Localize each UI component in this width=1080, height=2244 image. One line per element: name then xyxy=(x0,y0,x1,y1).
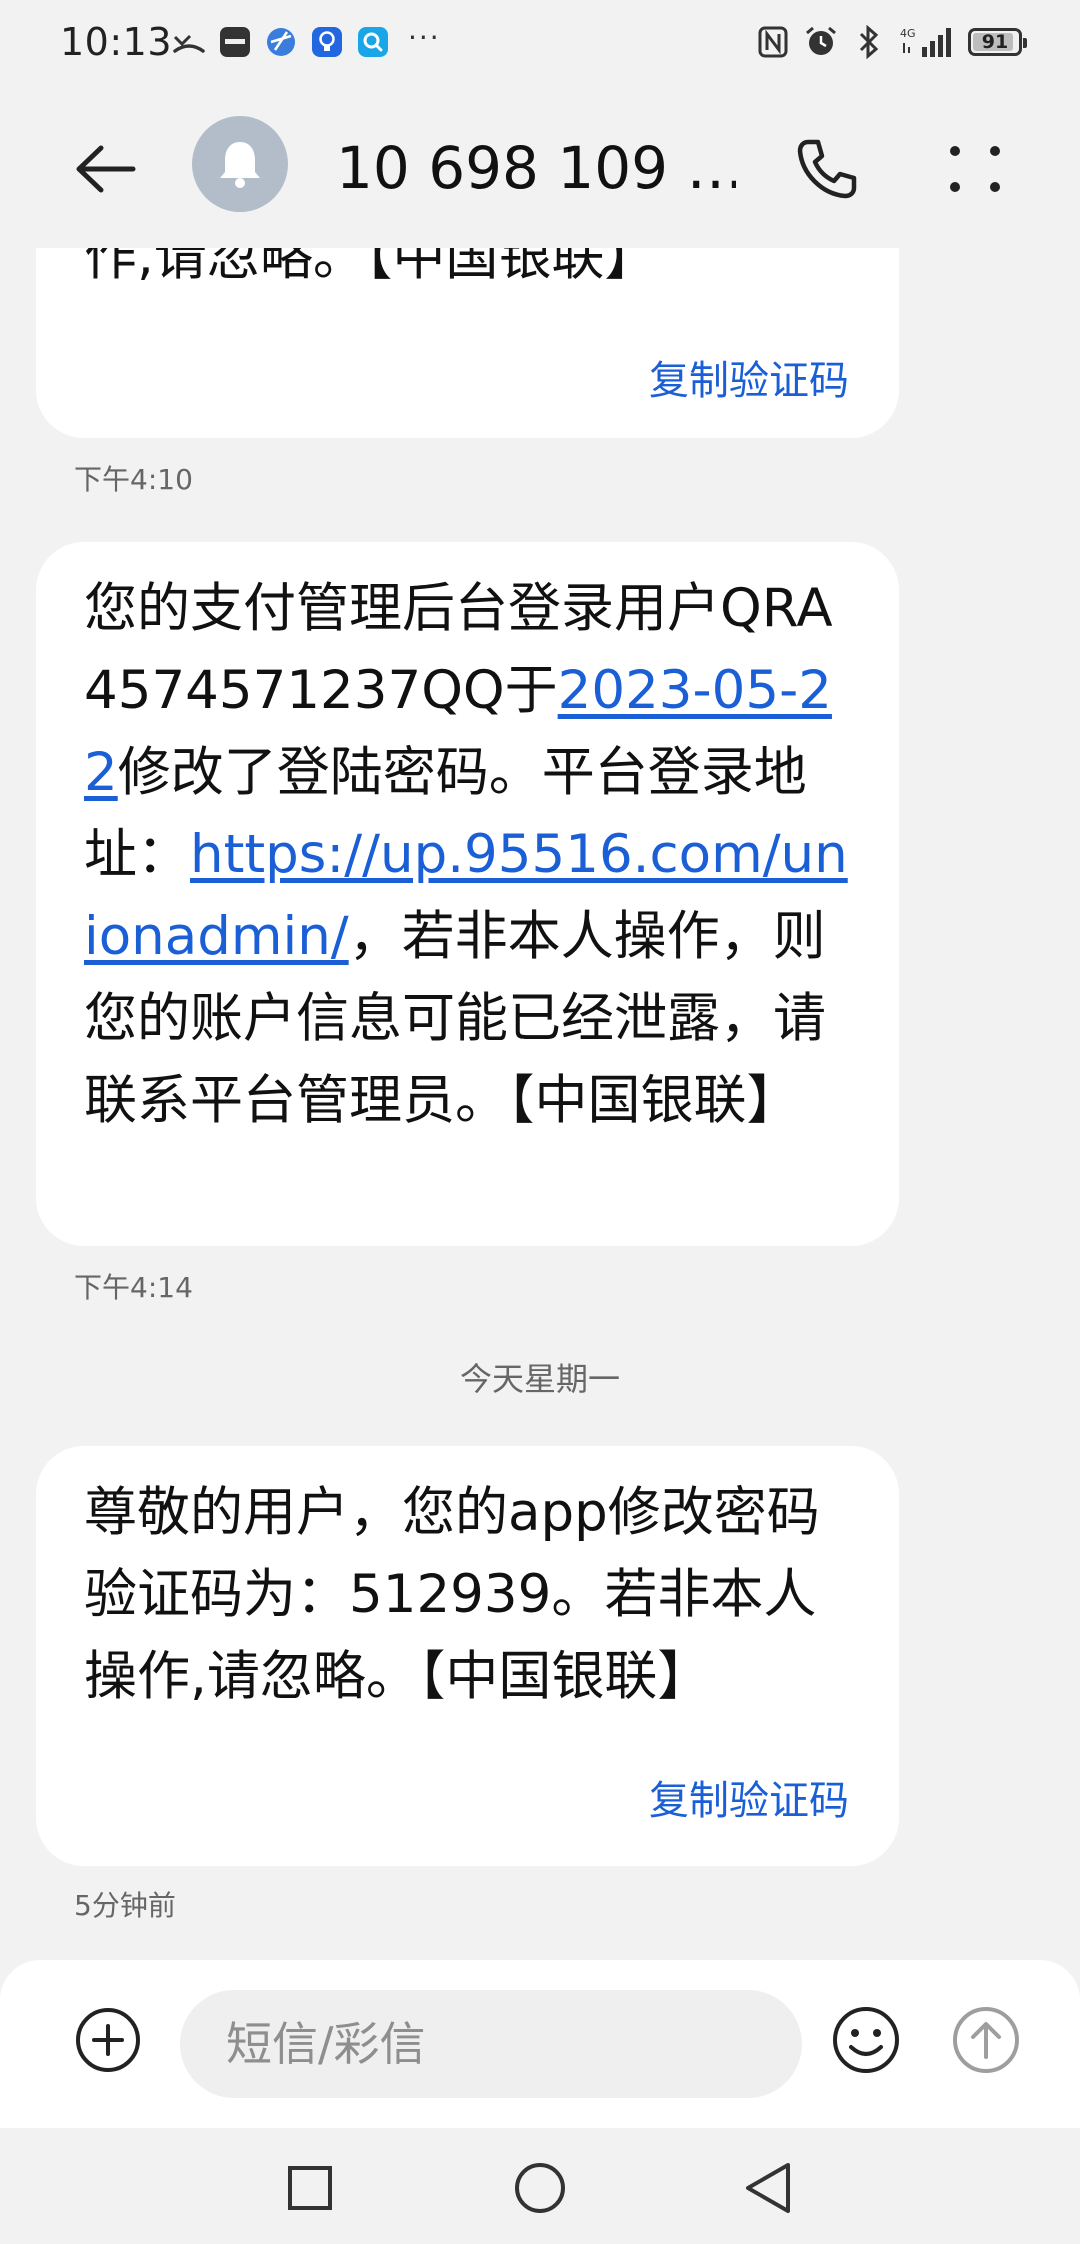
square-icon xyxy=(288,2166,332,2210)
message-text: 作,请忽略。【中国银联】 xyxy=(84,248,658,287)
emoji-button[interactable] xyxy=(826,2000,906,2080)
message-bubble[interactable]: 作,请忽略。【中国银联】 复制验证码 xyxy=(36,248,899,438)
bell-icon xyxy=(220,142,260,188)
battery-level: 91 xyxy=(981,31,1009,53)
circle-icon xyxy=(515,2163,565,2213)
navigation-bar xyxy=(0,2128,1080,2244)
message-input[interactable] xyxy=(180,1990,802,2098)
nfc-icon xyxy=(756,25,790,59)
battery-icon: 91 xyxy=(968,28,1027,56)
copy-code-button[interactable]: 复制验证码 xyxy=(649,348,849,406)
4g-signal-icon: 4G xyxy=(900,25,954,59)
status-right-icons: 4G 91 xyxy=(756,22,1027,62)
alarm-icon xyxy=(804,25,838,59)
missed-call-icon xyxy=(172,25,206,59)
call-button[interactable] xyxy=(790,132,864,206)
back-button[interactable] xyxy=(70,134,140,204)
message-text: 尊敬的用户，您的app修改密码验证码为：512939。若非本人操作,请忽略。【中… xyxy=(84,1482,820,1707)
message-timestamp: 下午4:14 xyxy=(74,1271,193,1304)
message-bubble[interactable]: 尊敬的用户，您的app修改密码验证码为：512939。若非本人操作,请忽略。【中… xyxy=(36,1446,899,1866)
more-options-button[interactable] xyxy=(940,132,1010,206)
send-button[interactable] xyxy=(946,2000,1026,2080)
date-divider: 今天星期一 xyxy=(459,1360,620,1398)
attach-button[interactable] xyxy=(72,2004,144,2076)
message-timestamp: 下午4:10 xyxy=(74,463,193,496)
search-app-icon xyxy=(356,25,390,59)
triangle-back-icon xyxy=(746,2163,790,2213)
status-bar: 10:13 ··· 4G 91 xyxy=(0,0,1080,84)
conversation-header: 10 698 109 … xyxy=(0,84,1080,248)
svg-text:4G: 4G xyxy=(900,27,916,40)
recents-button[interactable] xyxy=(280,2158,340,2218)
arrow-left-icon xyxy=(76,145,136,193)
message-timestamp: 5分钟前 xyxy=(74,1889,176,1922)
plus-circle-icon xyxy=(76,2008,140,2072)
message-bubble[interactable]: 您的支付管理后台登录用户QRA4574571237QQ于2023-05-22修改… xyxy=(36,542,899,1246)
home-button[interactable] xyxy=(510,2158,570,2218)
more-dots-icon xyxy=(950,146,1000,192)
browser-icon xyxy=(264,25,298,59)
more-notifications-icon: ··· xyxy=(408,20,441,54)
copy-code-button[interactable]: 复制验证码 xyxy=(649,1768,849,1826)
lightbulb-app-icon xyxy=(310,25,344,59)
smiley-icon xyxy=(833,2007,899,2073)
arrow-up-circle-icon xyxy=(953,2007,1019,2073)
message-text: 您的支付管理后台登录用户QRA4574571237QQ于2023-05-22修改… xyxy=(84,568,851,1142)
contact-name[interactable]: 10 698 109 … xyxy=(336,134,736,202)
status-time: 10:13 xyxy=(60,20,173,64)
message-list[interactable]: 作,请忽略。【中国银联】 复制验证码 下午4:10 您的支付管理后台登录用户QR… xyxy=(0,248,1080,1960)
message-composer xyxy=(0,1960,1080,2128)
avatar[interactable] xyxy=(192,116,288,212)
phone-icon xyxy=(797,139,857,199)
bluetooth-icon xyxy=(852,25,886,59)
back-nav-button[interactable] xyxy=(738,2158,798,2218)
huawei-app-icon xyxy=(218,25,252,59)
status-left-icons: ··· xyxy=(172,20,441,62)
